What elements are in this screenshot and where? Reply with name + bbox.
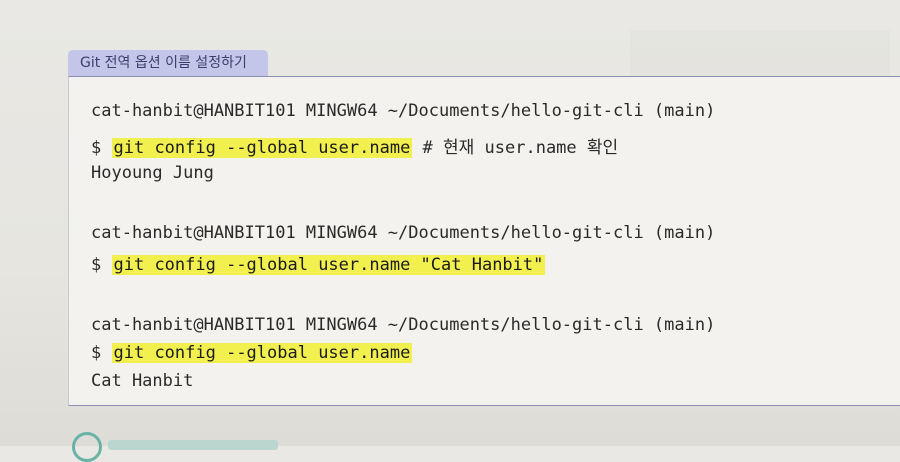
command-output: Cat Hanbit	[91, 371, 194, 391]
command-output: Hoyoung Jung	[91, 163, 214, 183]
highlighted-command: git config --global user.name	[111, 343, 413, 363]
dollar-sign: $	[91, 138, 102, 158]
code-box-title-tab: Git 전역 옵션 이름 설정하기	[68, 50, 268, 76]
prompt-line: cat-hanbit@HANBIT101 MINGW64 ~/Documents…	[91, 315, 716, 335]
command-line: $ git config --global user.name	[91, 343, 413, 363]
highlighted-command: git config --global user.name	[111, 138, 413, 158]
terminal-code-box: cat-hanbit@HANBIT101 MINGW64 ~/Documents…	[68, 76, 900, 406]
prompt-line: cat-hanbit@HANBIT101 MINGW64 ~/Documents…	[91, 101, 716, 121]
command-line: $ git config --global user.name # 현재 use…	[91, 133, 618, 158]
prompt-line: cat-hanbit@HANBIT101 MINGW64 ~/Documents…	[91, 223, 716, 243]
command-line: $ git config --global user.name "Cat Han…	[91, 255, 546, 275]
dollar-sign: $	[91, 255, 102, 275]
command-comment: # 현재 user.name 확인	[412, 138, 619, 158]
page-number-badge-icon	[72, 432, 102, 462]
footer-decoration-bar	[108, 440, 278, 450]
dollar-sign: $	[91, 343, 102, 363]
highlighted-command: git config --global user.name "Cat Hanbi…	[111, 255, 546, 275]
code-box-title: Git 전역 옵션 이름 설정하기	[80, 55, 247, 71]
